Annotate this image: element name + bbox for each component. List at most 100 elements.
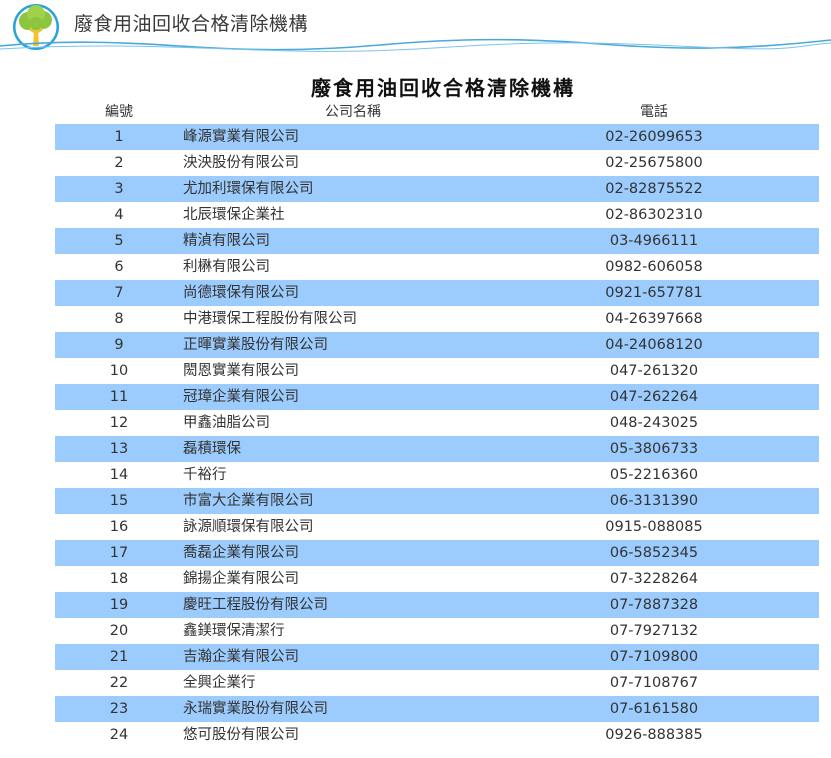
company-name: 中港環保工程股份有限公司 — [183, 311, 357, 327]
table-row: 14 千裕行 05-2216360 — [55, 462, 819, 488]
row-number: 22 — [109, 675, 129, 691]
page-title: 廢食用油回收合格清除機構 — [311, 76, 575, 100]
row-number: 11 — [109, 389, 129, 405]
table-body: 1 峰源實業有限公司 02-26099653 2 泱泱股份有限公司 02-25675800… — [55, 124, 819, 748]
table-row: 8 中港環保工程股份有限公司 04-26397668 — [55, 306, 819, 332]
company-name: 磊積環保 — [183, 441, 241, 457]
table-row: 16 詠源順環保有限公司 0915-088085 — [55, 514, 819, 540]
table-row: 24 悠可股份有限公司 0926-888385 — [55, 722, 819, 748]
table-row: 11 冠璋企業有限公司 047-262264 — [55, 384, 819, 410]
row-number: 6 — [114, 259, 124, 275]
header-wave-divider — [0, 38, 831, 52]
company-name: 精湞有限公司 — [183, 233, 270, 249]
phone-number: 06-3131390 — [609, 493, 699, 509]
phone-number: 047-261320 — [609, 363, 699, 379]
table-row: 15 市富大企業有限公司 06-3131390 — [55, 488, 819, 514]
company-name: 泱泱股份有限公司 — [183, 155, 299, 171]
phone-number: 07-6161580 — [609, 701, 699, 717]
company-name: 甲鑫油脂公司 — [183, 415, 270, 431]
company-name: 詠源順環保有限公司 — [183, 519, 314, 535]
phone-number: 07-3228264 — [609, 571, 699, 587]
row-number: 9 — [114, 337, 124, 353]
row-number: 23 — [109, 701, 129, 717]
phone-number: 02-86302310 — [605, 207, 703, 223]
company-name: 冠璋企業有限公司 — [183, 389, 299, 405]
row-number: 8 — [114, 311, 124, 327]
row-number: 12 — [109, 415, 129, 431]
table-row: 7 尚德環保有限公司 0921-657781 — [55, 280, 819, 306]
table-row: 6 利楙有限公司 0982-606058 — [55, 254, 819, 280]
phone-number: 05-3806733 — [609, 441, 699, 457]
phone-number: 0915-088085 — [605, 519, 703, 535]
row-number: 14 — [109, 467, 129, 483]
row-number: 10 — [109, 363, 129, 379]
phone-number: 0926-888385 — [605, 727, 703, 743]
company-name: 千裕行 — [183, 467, 227, 483]
company-name: 閎恩實業有限公司 — [183, 363, 299, 379]
company-name: 峰源實業有限公司 — [183, 129, 299, 145]
phone-number: 07-7108767 — [609, 675, 699, 691]
company-name: 悠可股份有限公司 — [183, 727, 299, 743]
table-row: 22 全興企業行 07-7108767 — [55, 670, 819, 696]
company-name: 慶旺工程股份有限公司 — [183, 597, 328, 613]
row-number: 21 — [109, 649, 129, 665]
table-row: 21 吉瀚企業有限公司 07-7109800 — [55, 644, 819, 670]
table-row: 9 正暉實業股份有限公司 04-24068120 — [55, 332, 819, 358]
table-row: 18 錦揚企業有限公司 07-3228264 — [55, 566, 819, 592]
phone-number: 02-26099653 — [605, 129, 703, 145]
phone-number: 02-25675800 — [605, 155, 703, 171]
column-header-number: 編號 — [105, 104, 133, 120]
phone-number: 06-5852345 — [609, 545, 699, 561]
table-row: 17 喬磊企業有限公司 06-5852345 — [55, 540, 819, 566]
row-number: 7 — [114, 285, 124, 301]
column-header-name: 公司名稱 — [325, 104, 381, 120]
table-row: 3 尤加利環保有限公司 02-82875522 — [55, 176, 819, 202]
company-name: 尤加利環保有限公司 — [183, 181, 314, 197]
company-name: 北辰環保企業社 — [183, 207, 285, 223]
phone-number: 04-26397668 — [605, 311, 703, 327]
company-name: 利楙有限公司 — [183, 259, 270, 275]
company-name: 尚德環保有限公司 — [183, 285, 299, 301]
table-row: 10 閎恩實業有限公司 047-261320 — [55, 358, 819, 384]
company-table: 編號 公司名稱 電話 1 峰源實業有限公司 02-26099653 2 泱泱股份有限公司… — [55, 100, 819, 748]
row-number: 3 — [114, 181, 124, 197]
row-number: 18 — [109, 571, 129, 587]
phone-number: 03-4966111 — [609, 233, 699, 249]
table-row: 2 泱泱股份有限公司 02-25675800 — [55, 150, 819, 176]
company-name: 永瑞實業股份有限公司 — [183, 701, 328, 717]
phone-number: 0982-606058 — [605, 259, 703, 275]
row-number: 5 — [114, 233, 124, 249]
table-header-row: 編號 公司名稱 電話 — [55, 100, 819, 124]
phone-number: 0921-657781 — [605, 285, 703, 301]
table-row: 4 北辰環保企業社 02-86302310 — [55, 202, 819, 228]
company-name: 市富大企業有限公司 — [183, 493, 314, 509]
table-row: 12 甲鑫油脂公司 048-243025 — [55, 410, 819, 436]
row-number: 19 — [109, 597, 129, 613]
row-number: 16 — [109, 519, 129, 535]
row-number: 17 — [109, 545, 129, 561]
company-name: 喬磊企業有限公司 — [183, 545, 299, 561]
company-name: 吉瀚企業有限公司 — [183, 649, 299, 665]
row-number: 20 — [109, 623, 129, 639]
table-row: 19 慶旺工程股份有限公司 07-7887328 — [55, 592, 819, 618]
phone-number: 05-2216360 — [609, 467, 699, 483]
phone-number: 02-82875522 — [605, 181, 703, 197]
column-header-phone: 電話 — [640, 104, 668, 120]
row-number: 1 — [114, 129, 124, 145]
phone-number: 07-7887328 — [609, 597, 699, 613]
table-row: 5 精湞有限公司 03-4966111 — [55, 228, 819, 254]
row-number: 15 — [109, 493, 129, 509]
site-header: 廢食用油回收合格清除機構 — [0, 0, 831, 56]
table-row: 1 峰源實業有限公司 02-26099653 — [55, 124, 819, 150]
phone-number: 07-7109800 — [609, 649, 699, 665]
phone-number: 04-24068120 — [605, 337, 703, 353]
company-name: 正暉實業股份有限公司 — [183, 337, 328, 353]
row-number: 13 — [109, 441, 129, 457]
row-number: 2 — [114, 155, 124, 171]
company-name: 錦揚企業有限公司 — [183, 571, 299, 587]
company-name: 全興企業行 — [183, 675, 256, 691]
header-title: 廢食用油回收合格清除機構 — [74, 13, 309, 35]
phone-number: 047-262264 — [609, 389, 699, 405]
phone-number: 048-243025 — [609, 415, 699, 431]
row-number: 24 — [109, 727, 129, 743]
